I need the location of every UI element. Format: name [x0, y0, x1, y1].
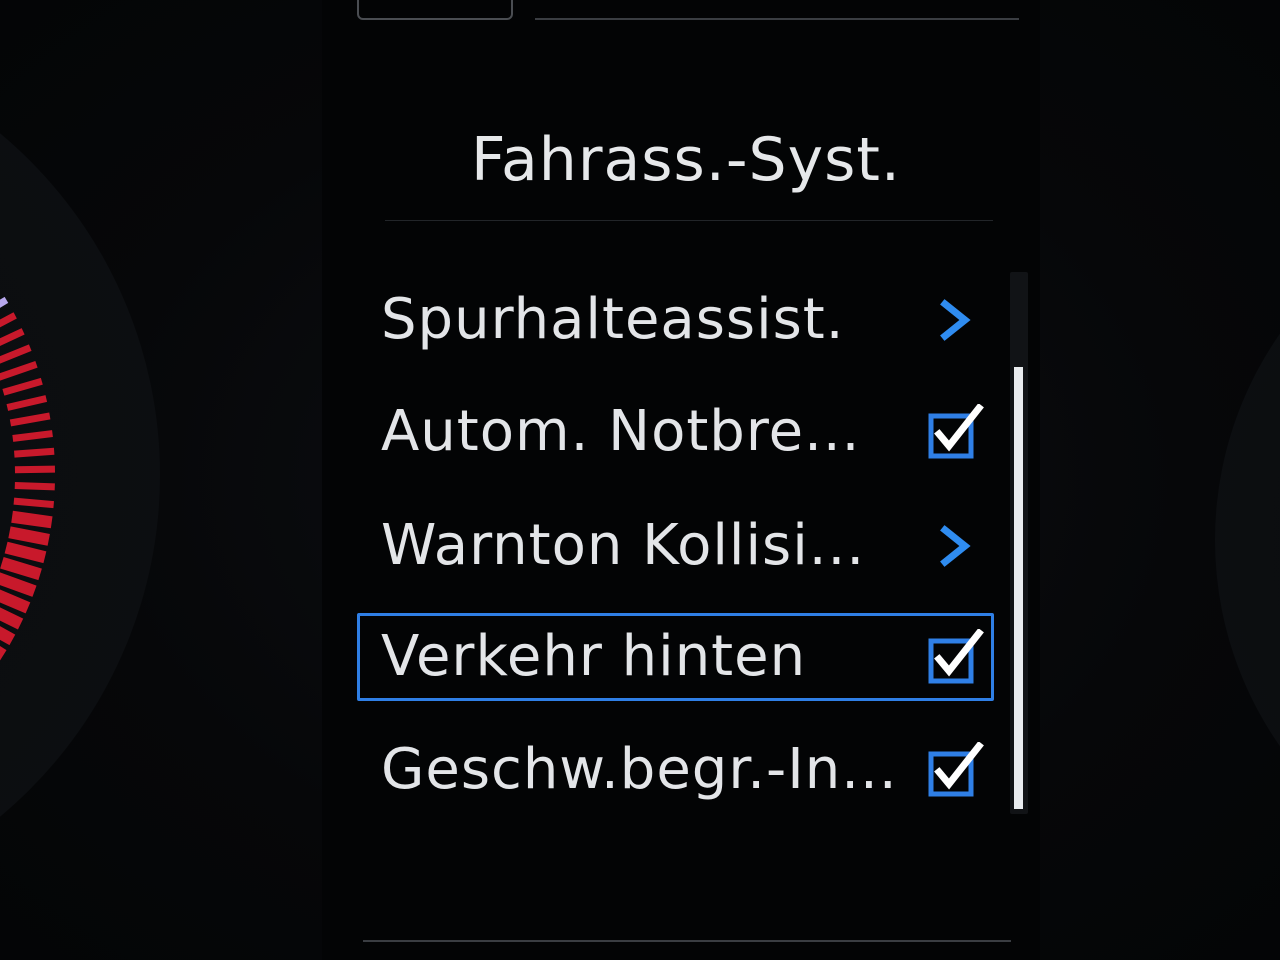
menu-item-notbremse[interactable]: Autom. Notbre...	[357, 388, 994, 476]
gauge-tick	[6, 395, 48, 411]
tachometer-gauge	[1215, 180, 1280, 900]
title-divider	[385, 220, 993, 221]
gauge-tick	[14, 481, 55, 491]
gauge-tick	[0, 572, 37, 597]
gauge-tick	[0, 360, 38, 381]
gauge-tick	[11, 510, 53, 529]
menu-item-verkehr-hinten[interactable]: Verkehr hinten	[357, 613, 994, 701]
gauge-tick	[8, 526, 50, 546]
gauge-tick	[14, 447, 55, 458]
gauge-tick	[2, 377, 43, 396]
checkbox-checked-icon[interactable]	[927, 742, 985, 800]
previous-menu-tab	[357, 0, 513, 20]
menu-item-label: Geschw.begr.-In...	[381, 737, 898, 802]
gauge-tick	[0, 556, 42, 581]
gauge-tick	[0, 589, 31, 614]
menu-item-warnton-kollision[interactable]: Warnton Kollisi...	[357, 502, 994, 590]
checkbox-checked-icon[interactable]	[927, 404, 985, 462]
footer-divider	[363, 940, 1011, 942]
gauge-tick	[13, 497, 55, 509]
gauge-tick	[12, 430, 53, 442]
speedometer-tick-marks	[0, 296, 56, 661]
menu-item-label: Warnton Kollisi...	[381, 513, 866, 578]
menu-title: Fahrass.-Syst.	[471, 125, 901, 195]
gauge-tick	[14, 465, 56, 474]
gauge-tick	[0, 312, 17, 328]
gauge-tick	[0, 344, 32, 364]
header-divider	[535, 18, 1019, 20]
gauge-tick	[9, 412, 51, 427]
gauge-tick	[4, 541, 47, 564]
gauge-tick	[0, 328, 25, 346]
menu-item-spurhalteassistent[interactable]: Spurhalteassist.	[357, 276, 994, 364]
tachometer-tick-marks	[1215, 180, 1280, 900]
menu-item-label: Spurhalteassist.	[381, 287, 845, 352]
menu-item-label: Autom. Notbre...	[381, 399, 861, 464]
menu-item-geschwindigkeitsbegrenzung[interactable]: Geschw.begr.-In...	[357, 726, 994, 814]
chevron-right-icon	[940, 299, 971, 341]
menu-item-label: Verkehr hinten	[381, 624, 807, 689]
instrument-cluster: Fahrass.-Syst. Spurhalteassist. Autom. N…	[0, 0, 1280, 960]
speedometer-gauge	[0, 30, 160, 920]
chevron-right-icon	[940, 525, 971, 567]
scrollbar-track[interactable]	[1010, 272, 1028, 814]
checkbox-checked-icon[interactable]	[927, 629, 985, 687]
scrollbar-thumb[interactable]	[1014, 367, 1023, 809]
